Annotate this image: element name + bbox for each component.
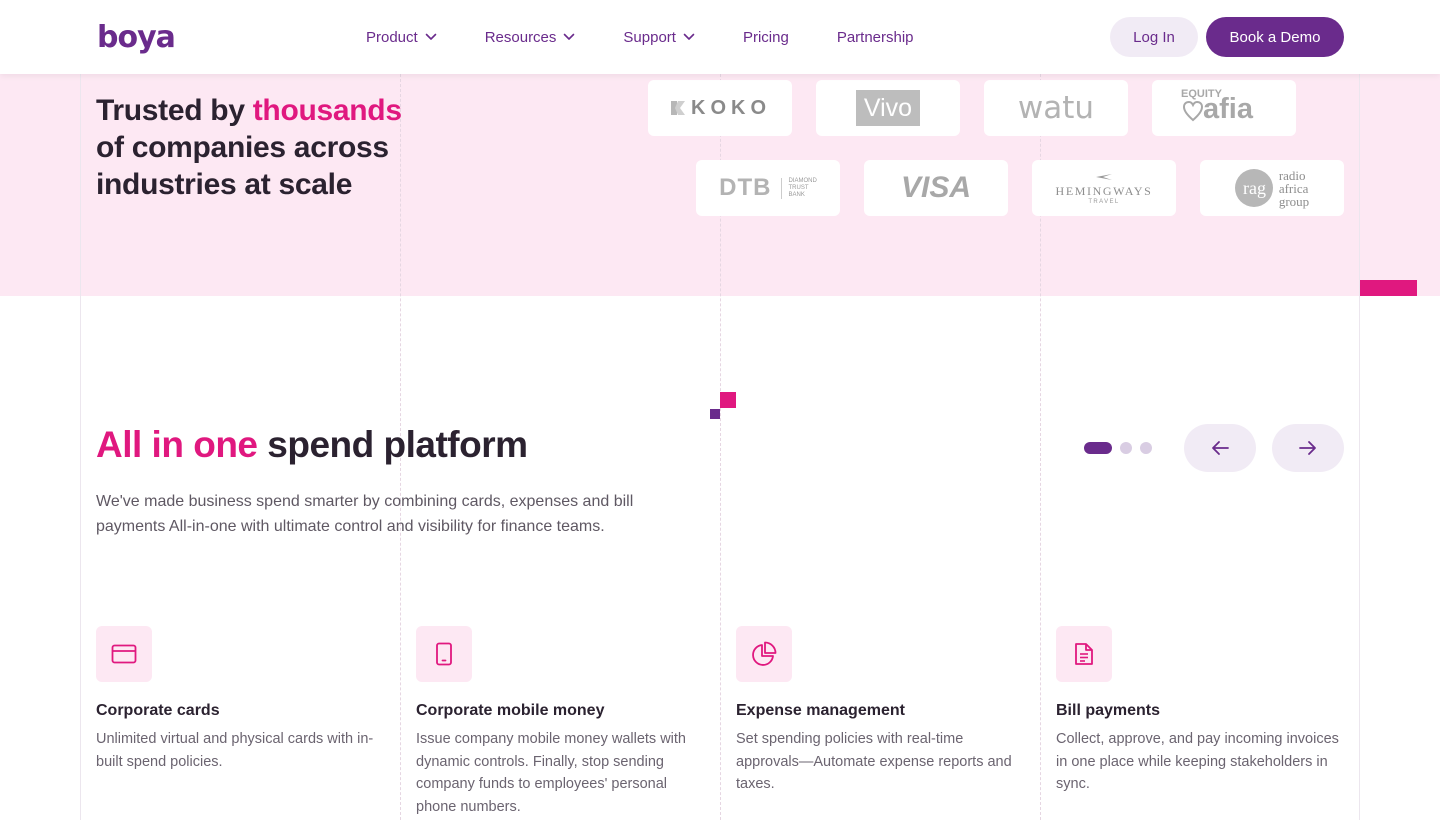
heart-icon <box>1183 100 1203 122</box>
feature-description: Issue company mobile money wallets with … <box>416 731 686 815</box>
mobile-phone-icon <box>416 626 472 682</box>
svg-text:rag: rag <box>1243 178 1266 198</box>
chevron-down-icon <box>683 33 695 41</box>
chevron-down-icon <box>425 33 437 41</box>
carousel-dot[interactable] <box>1140 442 1152 454</box>
logo-vivo-text: Vivo <box>863 93 913 122</box>
radio-africa-mark-icon: rag <box>1234 169 1273 207</box>
logo-hemingways-sub: TRAVEL <box>1088 198 1120 205</box>
logo-radio-africa-text: radio africa group <box>1279 169 1309 208</box>
brand-logo[interactable]: boya <box>97 18 176 56</box>
logo-dtb-sub: DIAMOND TRUST BANK <box>781 177 817 199</box>
feature-corporate-cards[interactable]: Corporate cards Unlimited virtual and ph… <box>96 626 386 773</box>
feature-corporate-mobile-money[interactable]: Corporate mobile money Issue company mob… <box>416 626 706 818</box>
feature-description: Set spending policies with real-time app… <box>736 731 1012 792</box>
carousel-dot[interactable] <box>1084 442 1112 454</box>
nav-item-support[interactable]: Support <box>623 29 695 46</box>
logo-afia-text: afia <box>1203 93 1253 125</box>
trusted-title-highlight: thousands <box>252 94 402 127</box>
document-icon <box>1056 626 1112 682</box>
nav-item-partnership[interactable]: Partnership <box>837 29 914 46</box>
logo-hemingways: HEMINGWAYS TRAVEL <box>1032 160 1176 216</box>
trusted-title: Trusted by thousands of companies across… <box>96 92 416 203</box>
plane-icon <box>1096 173 1112 180</box>
logo-dtb-sub-line: BANK <box>788 191 805 198</box>
main-nav: Product Resources Support Pricing Partne… <box>366 0 962 74</box>
logo-visa-text: VISA <box>900 171 972 204</box>
pie-chart-icon <box>736 626 792 682</box>
nav-item-label: Support <box>623 28 676 46</box>
logo-visa: VISA <box>864 160 1008 216</box>
logo-koko-text: KOKO <box>691 96 771 119</box>
brand-logo-text: boya <box>97 19 176 55</box>
trusted-title-part1: Trusted by <box>96 94 253 127</box>
logo-hemingways-text: HEMINGWAYS <box>1055 183 1153 198</box>
decor-square-pink <box>720 392 736 408</box>
guide-line <box>1359 74 1360 820</box>
arrow-right-icon <box>1299 441 1316 455</box>
section-title-rest: spend platform <box>257 424 528 465</box>
logo-dtb-sub-line: TRUST <box>788 184 809 191</box>
decor-square-purple <box>710 409 720 419</box>
feature-expense-management[interactable]: Expense management Set spending policies… <box>736 626 1026 796</box>
logo-vivo: Vivo <box>816 80 960 136</box>
nav-item-label: Product <box>366 28 418 46</box>
logo-radio-africa: rag radio africa group <box>1200 160 1344 216</box>
feature-description: Collect, approve, and pay incoming invoi… <box>1056 731 1339 792</box>
feature-title: Corporate mobile money <box>416 702 605 719</box>
section-title: All in one spend platform <box>96 424 528 466</box>
feature-title: Corporate cards <box>96 702 220 719</box>
credit-card-icon <box>96 626 152 682</box>
logo-equity-afia: EQUITY afia <box>1152 80 1296 136</box>
carousel-indicator <box>1084 442 1160 454</box>
nav-item-product[interactable]: Product <box>366 29 437 46</box>
logo-radio-africa-line: group <box>1278 193 1310 209</box>
section-title-highlight: All in one <box>96 424 258 465</box>
site-header: boya Product Resources Support Pricing P… <box>0 0 1440 74</box>
login-button[interactable]: Log In <box>1110 17 1198 57</box>
logo-koko: KOKO <box>648 80 792 136</box>
logo-dtb: DTB DIAMOND TRUST BANK <box>696 160 840 216</box>
feature-title: Expense management <box>736 702 905 719</box>
logo-radio-africa-line: africa <box>1278 180 1309 196</box>
trusted-title-part2: of companies across industries at scale <box>96 131 389 201</box>
nav-item-pricing[interactable]: Pricing <box>743 29 789 46</box>
carousel-dot[interactable] <box>1120 442 1132 454</box>
feature-title: Bill payments <box>1056 702 1161 719</box>
arrow-left-icon <box>1212 441 1229 455</box>
logo-watu-text: watu <box>1017 90 1095 126</box>
koko-mark-icon <box>671 101 685 115</box>
feature-bill-payments[interactable]: Bill payments Collect, approve, and pay … <box>1056 626 1346 796</box>
nav-item-label: Partnership <box>836 28 914 46</box>
nav-item-label: Pricing <box>742 28 789 46</box>
nav-item-resources[interactable]: Resources <box>485 29 576 46</box>
logo-dtb-text: DTB <box>719 174 772 201</box>
logo-radio-africa-line: radio <box>1278 167 1306 183</box>
carousel-prev-button[interactable] <box>1184 424 1256 472</box>
decor-pink-block <box>1360 280 1417 296</box>
guide-line <box>80 74 81 820</box>
book-demo-button[interactable]: Book a Demo <box>1206 17 1344 57</box>
feature-description: Unlimited virtual and physical cards wit… <box>96 731 374 770</box>
section-description: We've made business spend smarter by com… <box>96 493 634 535</box>
logo-dtb-sub-line: DIAMOND <box>788 177 817 184</box>
nav-item-label: Resources <box>484 28 557 46</box>
carousel-next-button[interactable] <box>1272 424 1344 472</box>
chevron-down-icon <box>563 33 575 41</box>
logo-watu: watu <box>984 80 1128 136</box>
